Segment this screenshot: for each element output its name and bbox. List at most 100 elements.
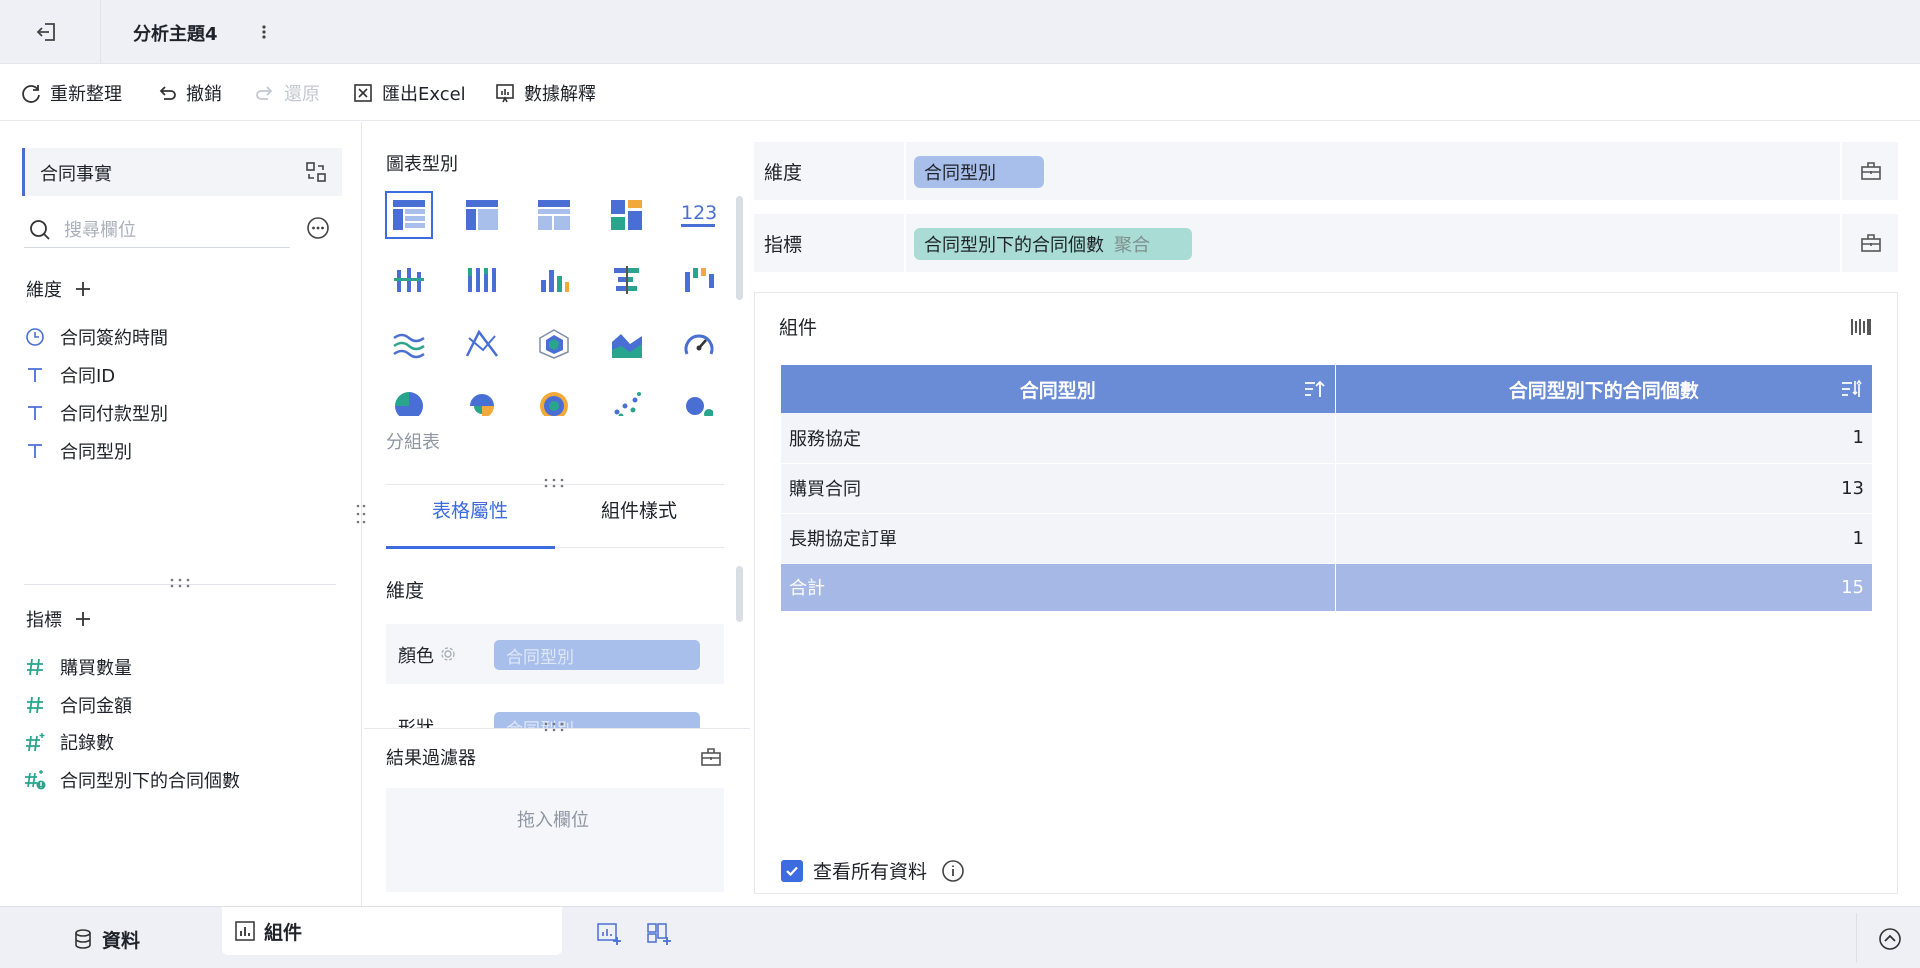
text-type-icon [24,440,46,462]
cell-type: 服務協定 [781,413,1336,464]
tab-table-properties[interactable]: 表格屬性 [432,496,508,523]
column-chart-icon[interactable] [530,256,578,304]
field-item-dimension[interactable]: 合同型別 [24,438,132,464]
waterfall-chart-icon[interactable] [675,256,723,304]
vertical-drag-handle-icon[interactable] [354,502,368,526]
dimension-pill[interactable]: 合同型別 [914,156,1044,188]
bar-chart-icon [235,921,255,941]
pie-chart-icon[interactable] [393,390,425,416]
measure-label: 指標 [764,234,803,256]
scatter-chart-icon[interactable] [611,390,643,416]
field-label: 合同簽約時間 [60,328,168,349]
field-item-measure[interactable]: 合同型別下的合同個數 [24,767,240,793]
tab-data[interactable]: 資料 [72,917,140,961]
table-total-row: 合計 15 [781,563,1873,612]
table-row: 長期協定訂單 1 [781,513,1873,564]
toolbox-icon[interactable] [700,746,722,768]
column-header[interactable]: 合同型別下的合同個數 [1335,365,1873,413]
field-item-measure[interactable]: 購買數量 [24,654,132,680]
gallery-scrollbar[interactable] [736,196,743,300]
undo-button[interactable]: 撤銷 [156,80,222,106]
area-chart-icon[interactable] [603,320,651,368]
table-row: 購買合同 13 [781,463,1873,514]
selected-chart-name: 分組表 [386,432,440,453]
card-chart-icon[interactable] [603,191,651,239]
field-item-measure[interactable]: 記錄數 [24,729,114,755]
detail-table-chart-icon[interactable] [530,191,578,239]
sort-icon[interactable] [1840,379,1862,399]
measures-section-title: 指標 [26,606,92,632]
svg-text:123: 123 [681,202,717,224]
kpi-number-chart-icon[interactable]: 123 [675,191,723,239]
field-item-dimension[interactable]: 合同簽約時間 [24,324,168,350]
chart-explain-icon [496,84,514,103]
refresh-button[interactable]: 重新整理 [20,80,122,106]
add-dimension-icon[interactable] [74,280,92,298]
view-all-checkbox[interactable] [781,859,803,882]
toolbox-icon[interactable] [1860,160,1882,182]
toolbar: 重新整理 撤銷 還原 匯出Excel 數據解釋 [0,65,1920,121]
filter-drop-zone[interactable]: 拖入欄位 [386,788,724,892]
field-label: 合同型別下的合同個數 [60,771,240,792]
view-all-label: 查看所有資料 [813,861,928,883]
field-label: 合同付款型別 [60,404,168,425]
switch-dataset-icon[interactable] [304,160,328,184]
bidirectional-bar-chart-icon[interactable] [603,256,651,304]
more-options-icon[interactable] [254,18,274,46]
sunburst-chart-icon[interactable] [538,390,570,416]
drag-handle-icon[interactable] [168,576,192,592]
settings-gear-icon[interactable] [440,646,456,662]
shape-label: 形狀 [398,714,434,728]
data-explain-label: 數據解釋 [524,84,596,105]
divider [386,484,724,485]
line-chart-icon[interactable] [385,320,433,368]
chart-settings-icon[interactable] [1849,315,1873,339]
data-explain-button[interactable]: 數據解釋 [494,80,596,106]
field-item-dimension[interactable]: 合同付款型別 [24,400,168,426]
refresh-icon [22,85,40,103]
properties-scrollbar[interactable] [736,566,743,622]
dimensions-section-title: 維度 [26,276,92,302]
measure-drop-row: 指標 合同型別下的合同個數 聚合 [754,214,1898,272]
gauge-chart-icon[interactable] [675,320,723,368]
toolbox-icon[interactable] [1860,232,1882,254]
view-all-row: 查看所有資料 [781,857,965,884]
measure-pill[interactable]: 合同型別下的合同個數 聚合 [914,228,1192,260]
add-dashboard-icon[interactable] [646,921,672,947]
divider [904,214,906,272]
field-label: 合同金額 [60,696,132,717]
search-input[interactable] [64,216,284,244]
column-header-label: 合同型別 [1019,379,1096,402]
grouped-table-chart-icon[interactable] [385,191,433,239]
color-field-pill[interactable]: 合同型別 [494,640,700,670]
multi-line-chart-icon[interactable] [458,320,506,368]
add-measure-icon[interactable] [74,610,92,628]
cross-table-chart-icon[interactable] [458,191,506,239]
exit-icon[interactable] [34,18,62,46]
info-icon[interactable] [941,859,965,883]
collapse-up-icon[interactable] [1878,927,1902,951]
grouped-bar-chart-icon[interactable] [385,256,433,304]
rose-pie-chart-icon[interactable] [466,390,498,416]
radar-chart-icon[interactable] [530,320,578,368]
export-excel-button[interactable]: 匯出Excel [352,80,466,106]
active-tab-indicator [386,546,555,549]
column-header[interactable]: 合同型別 [781,365,1336,413]
redo-button[interactable]: 還原 [254,80,320,106]
tab-component-style[interactable]: 組件樣式 [601,496,677,523]
field-item-dimension[interactable]: 合同ID [24,362,115,388]
shape-field-pill[interactable]: 合同型別 [494,712,700,728]
drag-handle-icon[interactable] [542,720,566,736]
bubble-chart-icon[interactable] [683,390,713,416]
more-icon[interactable] [306,216,330,240]
clock-icon [24,326,46,348]
field-search [24,212,290,248]
refresh-label: 重新整理 [50,84,122,105]
field-item-measure[interactable]: 合同金額 [24,692,132,718]
stacked-bar-chart-icon[interactable] [458,256,506,304]
sort-icon[interactable] [1303,379,1325,399]
top-bar: 分析主題4 [0,0,1920,64]
number-icon [24,656,46,678]
tab-component[interactable]: 組件 [222,907,562,955]
add-component-icon[interactable] [596,921,622,947]
